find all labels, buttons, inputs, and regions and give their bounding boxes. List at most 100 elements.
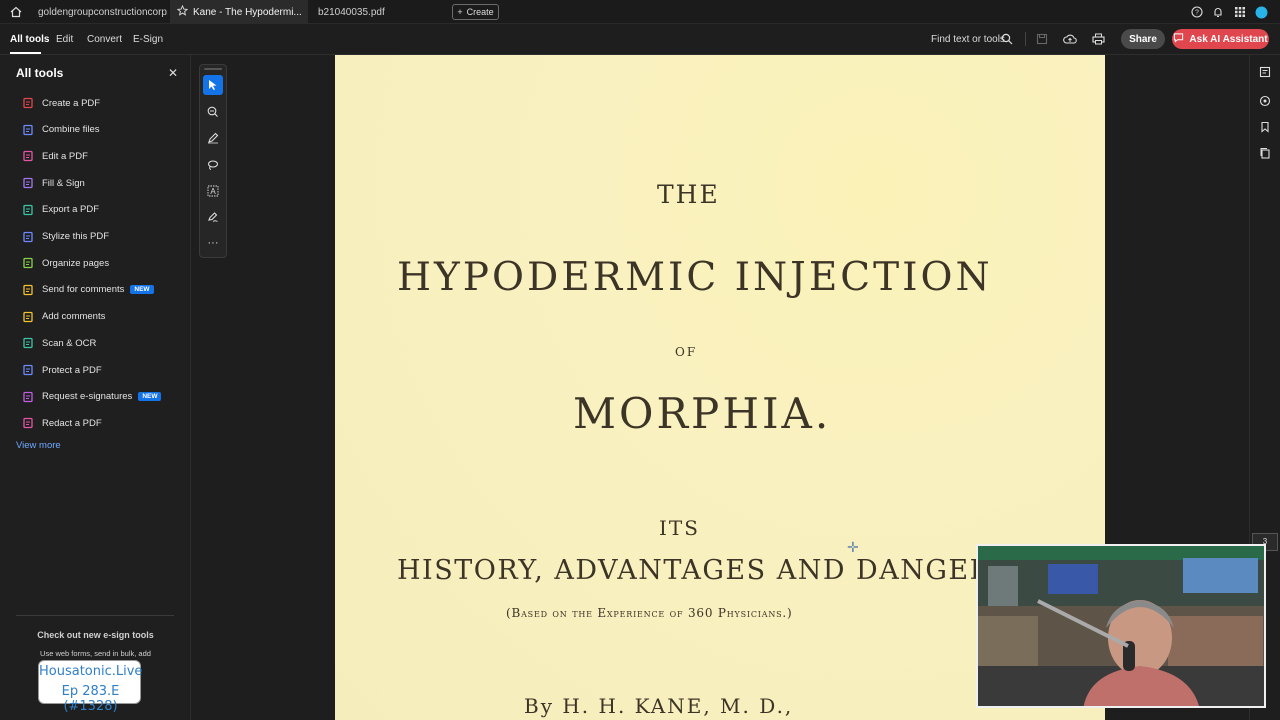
svg-text:A: A [210, 187, 216, 196]
find-text-tools[interactable]: Find text or tools [931, 34, 1005, 45]
zoom-tool-icon[interactable] [203, 102, 223, 122]
close-panel-icon[interactable]: ✕ [168, 66, 178, 80]
create-pdf-icon [22, 97, 34, 109]
help-icon[interactable]: ? [1190, 5, 1204, 19]
page-line-the: THE [657, 180, 720, 209]
tool-item-protect-a-pdf[interactable]: Protect a PDF [22, 362, 102, 378]
share-button[interactable]: Share [1121, 29, 1165, 49]
protect-pdf-icon [22, 364, 34, 376]
page-line-its: ITS [659, 516, 700, 540]
menu-all-tools[interactable]: All tools [10, 34, 49, 45]
tool-label: Protect a PDF [42, 364, 102, 376]
tab-label: goldengroupconstructioncorp... [38, 6, 168, 18]
export-pdf-icon [22, 204, 34, 216]
stream-title: Housatonic.Live [39, 664, 143, 679]
tool-item-scan-ocr[interactable]: Scan & OCR [22, 335, 96, 351]
organize-pages-icon [22, 257, 34, 269]
all-tools-panel: All tools ✕ Create a PDF Combine files Edi… [0, 55, 191, 720]
page-line-title: HYPODERMIC INJECTION [397, 255, 993, 300]
ask-ai-assistant-button[interactable]: Ask AI Assistant [1172, 29, 1269, 49]
svg-text:?: ? [1195, 10, 1199, 17]
search-icon[interactable] [1000, 32, 1014, 46]
tab-b21040035[interactable]: b21040035.pdf [310, 0, 448, 24]
bell-icon[interactable] [1211, 5, 1225, 19]
panel-divider [16, 615, 174, 616]
tool-label: Export a PDF [42, 204, 100, 216]
home-icon[interactable] [9, 5, 23, 19]
tool-item-stylize-this-pdf[interactable]: Stylize this PDF [22, 229, 109, 245]
tool-item-organize-pages[interactable]: Organize pages [22, 255, 109, 271]
toolbar-grip[interactable] [204, 68, 222, 70]
copy-pages-icon[interactable] [1258, 146, 1272, 160]
print-icon[interactable] [1091, 32, 1105, 46]
tool-label: Add comments [42, 311, 106, 323]
tool-item-redact-a-pdf[interactable]: Redact a PDF [22, 415, 102, 431]
tool-item-send-for-comments[interactable]: Send for comments NEW [22, 282, 154, 298]
page-line-author: By H. H. KANE, M. D., [524, 694, 794, 718]
tool-label: Combine files [42, 124, 100, 136]
active-menu-indicator [10, 52, 41, 54]
menu-esign[interactable]: E-Sign [133, 34, 163, 45]
page-line-morphia: MORPHIA. [573, 389, 832, 438]
plus-icon: + [457, 7, 463, 17]
tool-label: Request e-signatures [42, 391, 133, 403]
tool-item-fill-sign[interactable]: Fill & Sign [22, 175, 85, 191]
tab-goldengroup[interactable]: goldengroupconstructioncorp... [28, 0, 168, 24]
menu-edit[interactable]: Edit [56, 34, 73, 45]
redact-pdf-icon [22, 417, 34, 429]
page-line-history: HISTORY, ADVANTAGES AND DANGERS. [397, 555, 1021, 586]
view-more-link[interactable]: View more [16, 440, 61, 451]
save-icon[interactable] [1035, 32, 1049, 46]
ai-assistant-icon [1173, 32, 1184, 46]
star-icon[interactable] [176, 4, 189, 19]
fill-sign-icon [22, 177, 34, 189]
tool-label: Redact a PDF [42, 417, 102, 429]
panel-title: All tools [16, 66, 64, 80]
cloud-upload-icon[interactable] [1063, 32, 1077, 46]
page-properties-icon[interactable] [1258, 65, 1272, 79]
edit-pdf-icon [22, 150, 34, 162]
promo-title: Check out new e-sign tools [37, 630, 154, 640]
crosshair-cursor-icon: ✛ [847, 539, 859, 555]
more-tools-icon[interactable]: ··· [203, 233, 223, 253]
comment-icon[interactable] [1258, 94, 1272, 108]
tool-label: Fill & Sign [42, 177, 85, 189]
apps-grid-icon[interactable] [1233, 5, 1247, 19]
tool-item-edit-a-pdf[interactable]: Edit a PDF [22, 148, 88, 164]
tool-label: Create a PDF [42, 97, 101, 109]
menu-convert[interactable]: Convert [87, 34, 122, 45]
tool-item-combine-files[interactable]: Combine files [22, 122, 100, 138]
annotation-toolbar: A ··· [199, 64, 227, 258]
tool-label: Send for comments [42, 284, 125, 296]
sign-tool-icon[interactable] [203, 207, 223, 227]
stream-episode: Ep 283.E (#1328) [61, 684, 120, 714]
tab-kane[interactable]: Kane - The Hypodermi... ✕ [170, 0, 308, 24]
add-comments-icon [22, 311, 34, 323]
new-badge: NEW [138, 392, 162, 402]
text-select-icon[interactable]: A [203, 181, 223, 201]
bookmark-icon[interactable] [1258, 120, 1272, 134]
avatar[interactable] [1254, 5, 1268, 19]
tool-item-request-e-signatures[interactable]: Request e-signatures NEW [22, 389, 162, 405]
tool-item-add-comments[interactable]: Add comments [22, 309, 105, 325]
tab-label: Kane - The Hypodermi... [193, 6, 302, 18]
ai-button-label: Ask AI Assistant [1189, 33, 1268, 45]
pen-tool-icon[interactable] [203, 128, 223, 148]
webcam-feed-image [978, 546, 1264, 706]
lasso-tool-icon[interactable] [203, 155, 223, 175]
create-label: Create [466, 7, 494, 17]
tool-item-create-a-pdf[interactable]: Create a PDF [22, 95, 100, 111]
browser-tab-bar: goldengroupconstructioncorp... Kane - Th… [0, 0, 1280, 24]
page-line-of: OF [675, 345, 698, 359]
tool-label: Edit a PDF [42, 150, 88, 162]
tool-item-export-a-pdf[interactable]: Export a PDF [22, 202, 99, 218]
create-button[interactable]: + Create [452, 4, 499, 20]
tool-label: Stylize this PDF [42, 231, 110, 242]
request-esign-icon [22, 391, 34, 403]
select-tool-icon[interactable] [203, 75, 223, 95]
menu-bar: All tools Edit Convert E-Sign Find text … [0, 24, 1280, 55]
new-badge: NEW [130, 285, 154, 295]
page-line-based: (Based on the Experience of 360 Physicia… [506, 606, 793, 620]
stream-overlay-logo: Housatonic.Live Ep 283.E (#1328) [38, 660, 143, 714]
promo-text: Use web forms, send in bulk, add [40, 649, 151, 658]
